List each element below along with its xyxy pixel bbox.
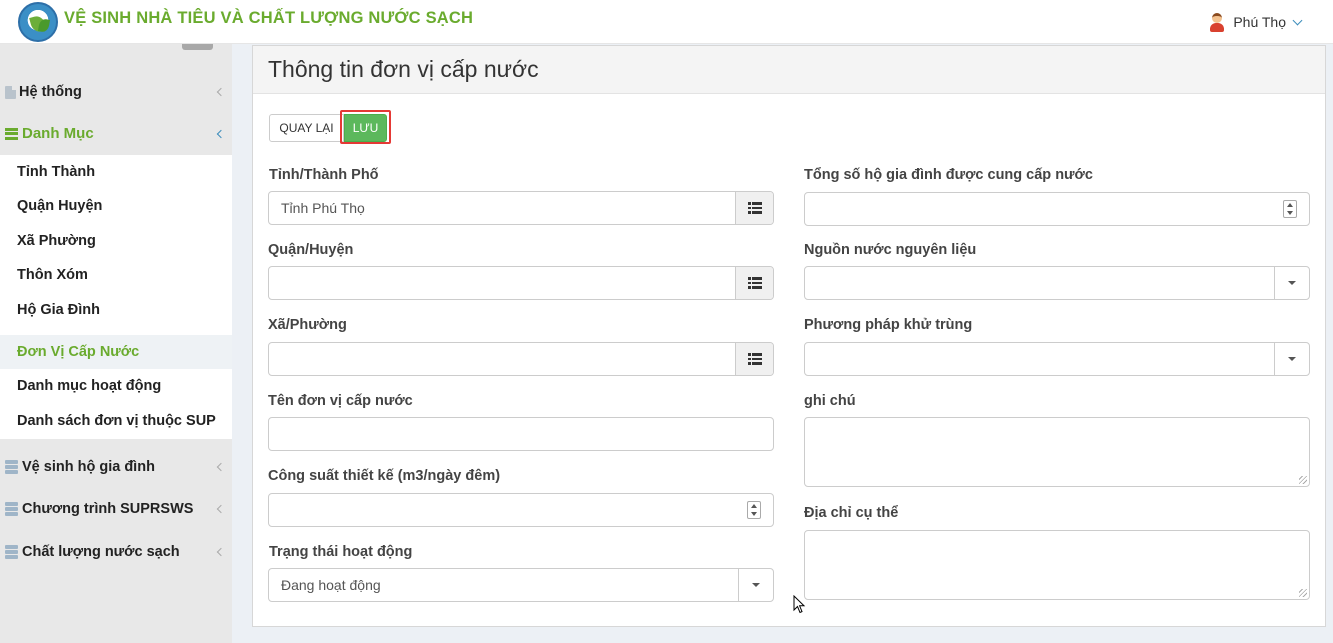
disinfection-dropdown-toggle[interactable] <box>1274 343 1309 375</box>
submenu-item-thon-xom[interactable]: Thôn Xóm <box>0 258 232 292</box>
sidebar-item-label: Chương trình SUPRSWS <box>22 501 194 517</box>
sidebar-item-danh-muc[interactable]: Danh Mục <box>0 112 232 155</box>
ward-field[interactable] <box>268 342 774 376</box>
file-icon <box>5 85 16 99</box>
top-header: VỆ SINH NHÀ TIÊU VÀ CHẤT LƯỢNG NƯỚC SẠCH… <box>0 0 1333 44</box>
note-label: ghi chú <box>804 393 856 409</box>
water-source-label: Nguồn nước nguyên liệu <box>804 242 977 258</box>
province-label: Tỉnh/Thành Phố <box>269 167 379 183</box>
address-textarea[interactable] <box>804 530 1310 600</box>
list-icon <box>747 277 762 289</box>
sidebar-item-ve-sinh-ho-gia-dinh[interactable]: Vệ sinh hộ gia đình <box>0 446 232 488</box>
district-lookup-button[interactable] <box>735 267 773 299</box>
back-button[interactable]: QUAY LẠI <box>269 114 344 142</box>
sidebar-item-chat-luong-nuoc-sach[interactable]: Chất lượng nước sạch <box>0 531 232 573</box>
mouse-cursor-icon <box>793 595 806 614</box>
capacity-label: Công suất thiết kế (m3/ngày đêm) <box>268 468 501 484</box>
submenu-item-don-vi-cap-nuoc[interactable]: Đơn Vị Cấp Nước <box>0 335 232 369</box>
unit-name-input[interactable] <box>268 417 774 451</box>
user-menu[interactable]: Phú Thọ <box>1207 12 1303 32</box>
province-field[interactable]: Tỉnh Phú Thọ <box>268 191 774 225</box>
chevron-down-icon <box>1292 15 1303 25</box>
chevron-left-icon <box>216 129 226 138</box>
user-name: Phú Thọ <box>1233 14 1286 30</box>
sidebar-item-label: Vệ sinh hộ gia đình <box>22 459 155 475</box>
resize-handle-icon[interactable] <box>1299 476 1307 484</box>
capacity-input[interactable] <box>268 493 774 527</box>
submenu-item-danh-muc-hoat-dong[interactable]: Danh mục hoạt động <box>0 369 232 403</box>
page-title: Thông tin đơn vị cấp nước <box>268 56 539 82</box>
sidebar-item-label: Chất lượng nước sạch <box>22 544 180 560</box>
chevron-left-icon <box>216 547 226 557</box>
caret-down-icon <box>752 583 760 587</box>
app-title: VỆ SINH NHÀ TIÊU VÀ CHẤT LƯỢNG NƯỚC SẠCH <box>64 9 474 27</box>
chevron-left-icon <box>216 462 226 472</box>
disinfection-label: Phương pháp khử trùng <box>804 317 973 333</box>
bars-icon <box>5 127 19 141</box>
unit-name-label: Tên đơn vị cấp nước <box>268 393 413 409</box>
chevron-left-icon <box>216 504 226 514</box>
status-label: Trạng thái hoạt động <box>269 544 413 560</box>
sidebar-item-he-thong[interactable]: Hệ thống <box>0 70 232 114</box>
province-lookup-button[interactable] <box>735 192 773 224</box>
water-source-dropdown-toggle[interactable] <box>1274 267 1309 299</box>
note-textarea[interactable] <box>804 417 1310 487</box>
district-label: Quận/Huyện <box>268 242 354 258</box>
sidebar-item-label: Danh Mục <box>22 125 94 142</box>
list-icon <box>747 202 762 214</box>
user-avatar-icon <box>1207 12 1227 32</box>
status-value: Đang hoạt động <box>281 577 381 593</box>
submenu-item-xa-phuong[interactable]: Xã Phường <box>0 224 232 258</box>
status-dropdown-toggle[interactable] <box>738 569 773 601</box>
address-label: Địa chỉ cụ thể <box>804 505 899 521</box>
number-spinner-icon[interactable] <box>1283 200 1297 218</box>
submenu-item-tinh-thanh[interactable]: Tỉnh Thành <box>0 155 232 189</box>
save-button[interactable]: LƯU <box>344 114 387 142</box>
resize-handle-icon[interactable] <box>1299 589 1307 597</box>
database-icon <box>5 502 19 516</box>
ward-lookup-button[interactable] <box>735 343 773 375</box>
district-field[interactable] <box>268 266 774 300</box>
logo-icon <box>18 2 58 42</box>
database-icon <box>5 460 19 474</box>
list-icon <box>747 353 762 365</box>
sidebar-item-chuong-trinh-suprsws[interactable]: Chương trình SUPRSWS <box>0 488 232 530</box>
province-value: Tỉnh Phú Thọ <box>281 200 365 216</box>
submenu-item-quan-huyen[interactable]: Quận Huyện <box>0 189 232 223</box>
chevron-left-icon <box>216 87 226 97</box>
caret-down-icon <box>1288 281 1296 285</box>
number-spinner-icon[interactable] <box>747 501 761 519</box>
households-label: Tổng số hộ gia đình được cung cấp nước <box>804 167 1093 183</box>
danh-muc-submenu: Tỉnh Thành Quận Huyện Xã Phường Thôn Xóm… <box>0 155 232 439</box>
submenu-item-danh-sach-sup[interactable]: Danh sách đơn vị thuộc SUP <box>0 404 232 438</box>
water-source-select[interactable] <box>804 266 1310 300</box>
sidebar-scrollbar[interactable] <box>182 44 213 50</box>
caret-down-icon <box>1288 357 1296 361</box>
status-select[interactable]: Đang hoạt động <box>268 568 774 602</box>
sidebar: Hệ thống Danh Mục Tỉnh Thành Quận Huyện … <box>0 44 232 643</box>
database-icon <box>5 545 19 559</box>
unit-info-panel: Thông tin đơn vị cấp nước QUAY LẠI LƯU T… <box>252 45 1326 627</box>
sidebar-item-label: Hệ thống <box>19 84 82 100</box>
disinfection-select[interactable] <box>804 342 1310 376</box>
households-input[interactable] <box>804 192 1310 226</box>
submenu-item-ho-gia-dinh[interactable]: Hộ Gia Đình <box>0 293 232 327</box>
ward-label: Xã/Phường <box>268 317 347 333</box>
panel-header: Thông tin đơn vị cấp nước <box>253 46 1325 94</box>
